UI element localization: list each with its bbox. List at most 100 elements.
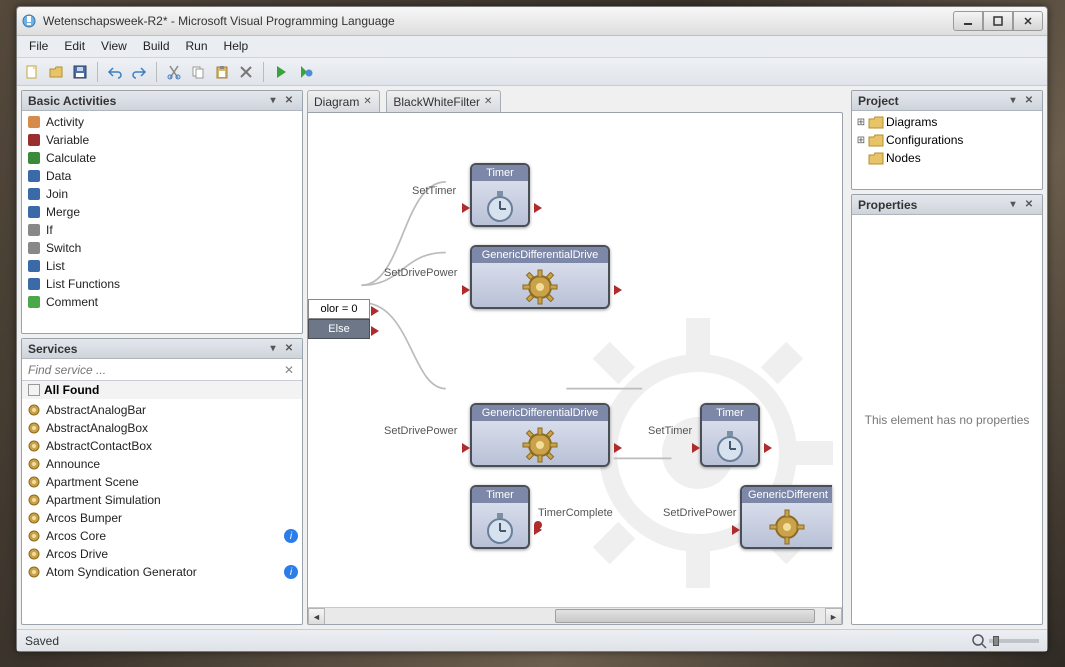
delete-button[interactable]: [235, 61, 257, 83]
node-timer[interactable]: Timer: [470, 485, 530, 549]
cut-button[interactable]: [163, 61, 185, 83]
new-button[interactable]: [21, 61, 43, 83]
stopwatch-icon: [480, 507, 520, 547]
close-panel-icon[interactable]: ✕: [1022, 198, 1036, 212]
service-item[interactable]: Apartment Scenei: [22, 473, 302, 491]
tab-label: BlackWhiteFilter: [393, 95, 480, 109]
tab-blackwhitefilter[interactable]: BlackWhiteFilter ✕: [386, 90, 501, 112]
zoom-slider-thumb[interactable]: [993, 636, 999, 646]
item-label: Join: [46, 187, 68, 201]
expand-icon[interactable]: ⊞: [856, 135, 866, 146]
basic-activity-item[interactable]: Calculate: [22, 149, 302, 167]
close-button[interactable]: [1013, 11, 1043, 31]
zoom-slider-track[interactable]: [989, 639, 1039, 643]
tree-item-diagrams[interactable]: ⊞ Diagrams: [852, 113, 1042, 131]
scrollbar-track[interactable]: [325, 608, 825, 624]
properties-empty-text: This element has no properties: [852, 215, 1042, 624]
dropdown-icon[interactable]: ▾: [1006, 198, 1020, 212]
dropdown-icon[interactable]: ▾: [266, 94, 280, 108]
node-title: Timer: [702, 405, 758, 421]
minimize-button[interactable]: [953, 11, 983, 31]
close-tab-icon[interactable]: ✕: [484, 97, 494, 107]
project-header[interactable]: Project ▾ ✕: [852, 91, 1042, 111]
gear-icon: [520, 267, 560, 307]
menu-view[interactable]: View: [93, 36, 135, 57]
basic-activity-item[interactable]: Variable: [22, 131, 302, 149]
services-all-found-row[interactable]: All Found: [22, 381, 302, 399]
gear-icon: [26, 546, 42, 562]
menu-edit[interactable]: Edit: [56, 36, 93, 57]
basic-activity-item[interactable]: If: [22, 221, 302, 239]
undo-button[interactable]: [104, 61, 126, 83]
search-input[interactable]: [22, 359, 302, 380]
service-item[interactable]: Arcos Bumperi: [22, 509, 302, 527]
scrollbar-thumb[interactable]: [555, 609, 815, 623]
zoom-control[interactable]: [971, 633, 1039, 649]
if-activity-block[interactable]: olor = 0 Else: [308, 299, 363, 339]
diagram-canvas[interactable]: olor = 0 Else SetTimer SetDrivePower Set…: [307, 112, 843, 625]
node-generic-differential-drive[interactable]: GenericDifferentialDrive: [470, 245, 610, 309]
close-panel-icon[interactable]: ✕: [282, 342, 296, 356]
activity-icon: [26, 276, 42, 292]
tree-label: Diagrams: [886, 115, 937, 129]
save-button[interactable]: [69, 61, 91, 83]
basic-activity-item[interactable]: Comment: [22, 293, 302, 311]
basic-activity-item[interactable]: Data: [22, 167, 302, 185]
services-header[interactable]: Services ▾ ✕: [22, 339, 302, 359]
node-generic-differential-drive[interactable]: GenericDifferent: [740, 485, 832, 549]
service-item[interactable]: AbstractAnalogBoxi: [22, 419, 302, 437]
tree-item-nodes[interactable]: Nodes: [852, 149, 1042, 167]
menu-run[interactable]: Run: [178, 36, 216, 57]
basic-activity-item[interactable]: Merge: [22, 203, 302, 221]
open-button[interactable]: [45, 61, 67, 83]
tree-item-configurations[interactable]: ⊞Configurations: [852, 131, 1042, 149]
paste-button[interactable]: [211, 61, 233, 83]
info-icon[interactable]: i: [284, 529, 298, 543]
service-item[interactable]: AbstractAnalogBari: [22, 401, 302, 419]
close-panel-icon[interactable]: ✕: [282, 94, 296, 108]
copy-button[interactable]: [187, 61, 209, 83]
properties-panel: Properties ▾ ✕ This element has no prope…: [851, 194, 1043, 625]
expand-icon[interactable]: ⊞: [856, 117, 866, 128]
node-timer[interactable]: Timer: [700, 403, 760, 467]
service-item[interactable]: AbstractContactBoxi: [22, 437, 302, 455]
run-button[interactable]: [270, 61, 292, 83]
dropdown-icon[interactable]: ▾: [1006, 94, 1020, 108]
properties-header[interactable]: Properties ▾ ✕: [852, 195, 1042, 215]
service-item[interactable]: Atom Syndication Generatori: [22, 563, 302, 581]
service-item[interactable]: Apartment Simulationi: [22, 491, 302, 509]
maximize-button[interactable]: [983, 11, 1013, 31]
node-timer[interactable]: Timer: [470, 163, 530, 227]
redo-button[interactable]: [128, 61, 150, 83]
node-generic-differential-drive[interactable]: GenericDifferentialDrive: [470, 403, 610, 467]
tab-diagram[interactable]: Diagram✕: [307, 90, 380, 112]
close-tab-icon[interactable]: ✕: [363, 97, 373, 107]
run-web-button[interactable]: [294, 61, 316, 83]
title-bar[interactable]: Wetenschapsweek-R2* - Microsoft Visual P…: [17, 7, 1047, 36]
basic-activities-header[interactable]: Basic Activities ▾ ✕: [22, 91, 302, 111]
info-icon[interactable]: i: [284, 565, 298, 579]
menu-file[interactable]: File: [21, 36, 56, 57]
service-item[interactable]: Arcos Drivei: [22, 545, 302, 563]
clear-search-icon[interactable]: ✕: [284, 363, 298, 377]
scroll-right-icon[interactable]: ►: [825, 608, 842, 625]
item-label: Calculate: [46, 151, 96, 165]
if-condition[interactable]: olor = 0: [308, 299, 370, 319]
gear-icon: [26, 402, 42, 418]
basic-activity-item[interactable]: Join: [22, 185, 302, 203]
if-else-branch[interactable]: Else: [308, 319, 370, 339]
menu-build[interactable]: Build: [135, 36, 178, 57]
scroll-left-icon[interactable]: ◄: [308, 608, 325, 625]
basic-activity-item[interactable]: Activity: [22, 113, 302, 131]
basic-activity-item[interactable]: List Functions: [22, 275, 302, 293]
service-item[interactable]: Arcos Corei: [22, 527, 302, 545]
basic-activity-item[interactable]: Switch: [22, 239, 302, 257]
menu-help[interactable]: Help: [216, 36, 257, 57]
canvas-horizontal-scrollbar[interactable]: ◄ ►: [308, 607, 842, 624]
basic-activity-item[interactable]: List: [22, 257, 302, 275]
service-item[interactable]: Announcei: [22, 455, 302, 473]
basic-activities-list: ActivityVariable Calculate Data Join MergeIf…: [22, 111, 302, 333]
close-panel-icon[interactable]: ✕: [1022, 94, 1036, 108]
expand-icon: [856, 153, 866, 164]
dropdown-icon[interactable]: ▾: [266, 342, 280, 356]
